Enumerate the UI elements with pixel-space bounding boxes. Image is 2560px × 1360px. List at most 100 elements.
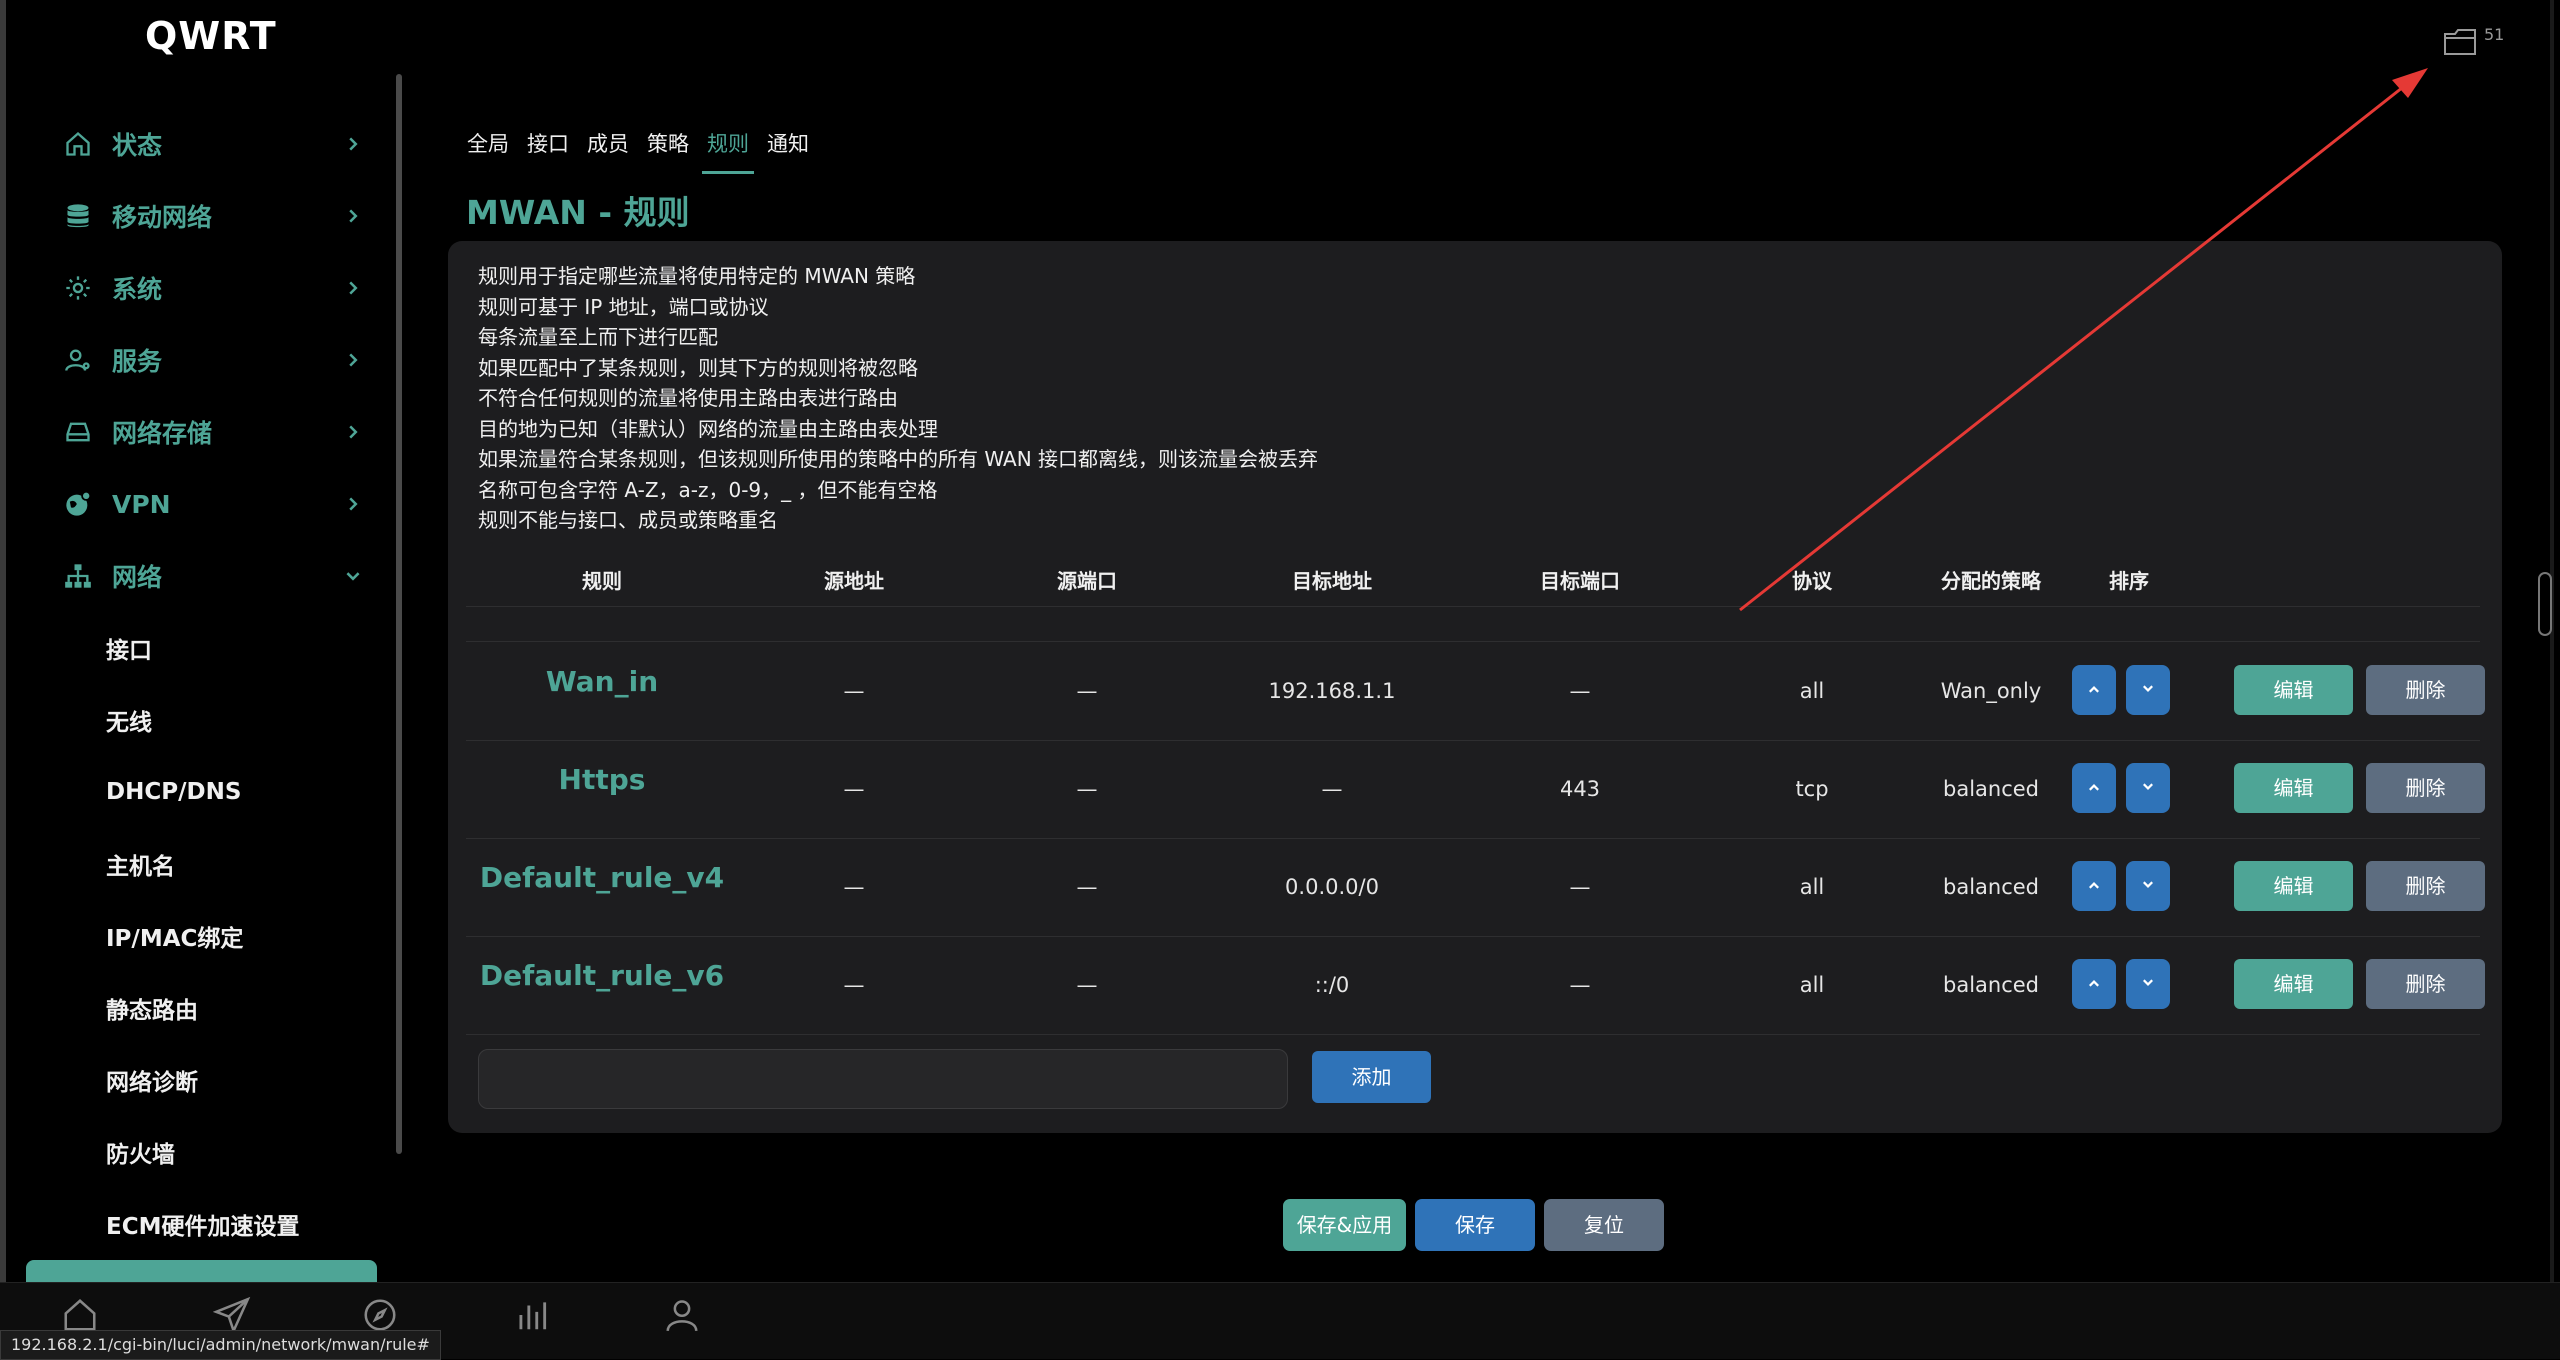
cell-dest-port: —: [1569, 973, 1591, 997]
delete-button[interactable]: 删除: [2366, 763, 2485, 813]
sidebar-scrollbar[interactable]: [396, 74, 402, 1154]
chevron-up-icon: [2087, 975, 2101, 994]
cell-source-port: —: [1076, 679, 1098, 703]
move-down-button[interactable]: [2126, 763, 2170, 813]
move-up-button[interactable]: [2072, 763, 2116, 813]
table-row: Wan_in — — 192.168.1.1 — all Wan_only 编辑…: [466, 642, 2485, 741]
column-header-dest-port: 目标端口: [1540, 569, 1620, 593]
sidebar-item-system[interactable]: 系统: [26, 252, 386, 324]
sidebar-subitem-static-routes[interactable]: 静态路由: [106, 972, 386, 1044]
chevron-down-icon: [2141, 779, 2155, 798]
description-line: 规则不能与接口、成员或策略重名: [478, 508, 778, 532]
description-line: 不符合任何规则的流量将使用主路由表进行路由: [478, 386, 898, 410]
rule-name: Default_rule_v4: [479, 861, 725, 894]
sidebar-item-vpn[interactable]: VPN: [26, 468, 386, 540]
window-right-edge: [2550, 0, 2554, 1358]
cell-source-port: —: [1076, 777, 1098, 801]
reset-button[interactable]: 复位: [1544, 1199, 1664, 1251]
move-up-button[interactable]: [2072, 861, 2116, 911]
sidebar-item-label: 网络: [112, 563, 163, 592]
sidebar-subitem-ip-mac-binding[interactable]: IP/MAC绑定: [106, 900, 386, 972]
edit-button[interactable]: 编辑: [2234, 861, 2353, 911]
save-apply-button[interactable]: 保存&应用: [1283, 1199, 1406, 1251]
table-header: 规则 源地址 源端口 目标地址 目标端口 协议 分配的策略 排序: [466, 556, 2480, 607]
sidebar-item-label: 网络存储: [112, 419, 213, 448]
sidebar-subitem-wireless[interactable]: 无线: [106, 684, 386, 756]
tab-notifications[interactable]: 通知: [758, 124, 818, 162]
cell-protocol: all: [1799, 973, 1825, 997]
cell-source-port: —: [1076, 875, 1098, 899]
tab-members[interactable]: 成员: [578, 124, 638, 162]
sidebar-item-status[interactable]: 状态: [26, 108, 386, 180]
cell-protocol: tcp: [1795, 777, 1829, 801]
move-down-button[interactable]: [2126, 665, 2170, 715]
sidebar-subitem-ecm-acceleration[interactable]: ECM硬件加速设置: [106, 1188, 386, 1260]
status-bar-url: 192.168.2.1/cgi-bin/luci/admin/network/m…: [0, 1330, 441, 1360]
sidebar-subitem-interfaces[interactable]: 接口: [106, 612, 386, 684]
table-row: Default_rule_v6 — — ::/0 — all balanced …: [466, 936, 2485, 1035]
database-icon: [62, 200, 94, 232]
description-line: 目的地为已知（非默认）网络的流量由主路由表处理: [478, 416, 938, 441]
cell-dest-address: ::/0: [1314, 973, 1350, 997]
sidebar-item-network[interactable]: 网络: [26, 540, 386, 612]
sidebar-item-mobile-network[interactable]: 移动网络: [26, 180, 386, 252]
chevron-down-icon: [2141, 877, 2155, 896]
move-down-button[interactable]: [2126, 861, 2170, 911]
edit-button[interactable]: 编辑: [2234, 763, 2353, 813]
description-line: 如果流量符合某条规则，但该规则所使用的策略中的所有 WAN 接口都离线，则该流量…: [478, 447, 1319, 471]
tab-interfaces[interactable]: 接口: [518, 124, 578, 162]
drive-icon: [62, 416, 94, 448]
sidebar-item-network-storage[interactable]: 网络存储: [26, 396, 386, 468]
delete-button[interactable]: 删除: [2366, 959, 2485, 1009]
bar-chart-icon[interactable]: [510, 1293, 554, 1337]
add-button[interactable]: 添加: [1312, 1051, 1431, 1103]
chevron-down-icon: [340, 563, 366, 589]
move-down-button[interactable]: [2126, 959, 2170, 1009]
rule-name: Https: [558, 763, 646, 796]
description-line: 如果匹配中了某条规则，则其下方的规则将被忽略: [478, 355, 918, 380]
delete-button[interactable]: 删除: [2366, 861, 2485, 911]
side-handle[interactable]: [2538, 572, 2552, 636]
rule-name: Wan_in: [545, 665, 659, 698]
save-button[interactable]: 保存: [1415, 1199, 1535, 1251]
cell-source-address: —: [843, 875, 865, 899]
chevron-right-icon: [340, 131, 366, 157]
cell-dest-address: 192.168.1.1: [1268, 679, 1396, 703]
cell-dest-address: 0.0.0.0/0: [1285, 875, 1379, 899]
sitemap-icon: [62, 560, 94, 592]
sidebar-item-label: VPN: [112, 489, 171, 519]
cell-source-address: —: [843, 777, 865, 801]
chevron-down-icon: [2141, 681, 2155, 700]
move-up-button[interactable]: [2072, 959, 2116, 1009]
new-rule-name-input[interactable]: [478, 1049, 1288, 1109]
description: 规则用于指定哪些流量将使用特定的 MWAN 策略 规则可基于 IP 地址，端口或…: [478, 261, 1318, 536]
chevron-right-icon: [340, 419, 366, 445]
sidebar-subitem-diagnostics[interactable]: 网络诊断: [106, 1044, 386, 1116]
table-row: Https — — — 443 tcp balanced 编辑 删除: [466, 740, 2485, 839]
column-header-source-port: 源端口: [1057, 569, 1117, 593]
user-gear-icon: [62, 344, 94, 376]
user-icon[interactable]: [660, 1293, 704, 1337]
edit-button[interactable]: 编辑: [2234, 665, 2353, 715]
sidebar: 状态 移动网络 系统 服务 网络存储 VPN 网络 接口 无线 DHCP/DNS…: [26, 108, 386, 1260]
folder-icon[interactable]: [2443, 26, 2477, 58]
window-left-frame: [0, 0, 6, 1358]
delete-button[interactable]: 删除: [2366, 665, 2485, 715]
chevron-right-icon: [340, 275, 366, 301]
tab-global[interactable]: 全局: [458, 124, 518, 162]
edit-button[interactable]: 编辑: [2234, 959, 2353, 1009]
sidebar-subitem-firewall[interactable]: 防火墙: [106, 1116, 386, 1188]
tab-policies[interactable]: 策略: [638, 124, 698, 162]
description-line: 名称可包含字符 A-Z，a-z，0-9，_ ，但不能有空格: [478, 477, 938, 502]
sidebar-subitem-dhcp-dns[interactable]: DHCP/DNS: [106, 756, 386, 828]
brand-logo[interactable]: QWRT: [145, 14, 277, 58]
page-title: MWAN - 规则: [466, 193, 690, 232]
sidebar-item-services[interactable]: 服务: [26, 324, 386, 396]
move-up-button[interactable]: [2072, 665, 2116, 715]
cell-dest-port: —: [1569, 679, 1591, 703]
cell-source-port: —: [1076, 973, 1098, 997]
tab-rules[interactable]: 规则: [698, 124, 758, 174]
cell-source-address: —: [843, 973, 865, 997]
sidebar-subitem-hostnames[interactable]: 主机名: [106, 828, 386, 900]
sidebar-item-label: 系统: [112, 275, 163, 304]
